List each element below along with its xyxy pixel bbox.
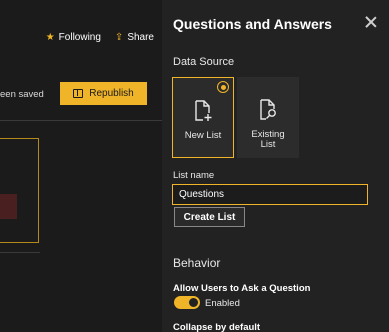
selected-webpart-frame[interactable] [0,138,39,243]
behavior-heading: Behavior [173,256,221,270]
option-label: Existing List [251,129,285,151]
new-document-icon [195,100,212,121]
data-source-label: Data Source [173,56,235,68]
option-new-list[interactable]: New List [172,77,234,158]
panel-title: Questions and Answers [173,16,332,32]
share-button[interactable]: ⇪ Share [115,32,154,43]
collapse-default-label: Collapse by default [173,322,261,332]
create-list-button[interactable]: Create List [174,207,245,227]
page-toolbar: ★ Following ⇪ Share [0,22,162,52]
property-pane: Questions and Answers Data Source New Li… [162,0,389,332]
toggle-state-label: Enabled [205,298,240,309]
divider [0,120,162,121]
allow-questions-toggle[interactable] [174,296,200,309]
book-icon [73,89,84,98]
following-label: Following [58,31,101,43]
divider [0,252,40,253]
radio-selected-icon [217,81,229,93]
share-icon: ⇪ [114,31,124,43]
close-icon[interactable] [364,15,378,29]
republish-label: Republish [89,88,134,99]
star-icon: ★ [45,31,55,43]
list-name-input[interactable] [172,184,368,205]
option-label: New List [184,130,222,141]
option-existing-list[interactable]: Existing List [237,77,299,158]
following-button[interactable]: ★ Following [46,32,101,43]
webpart-content [0,194,17,219]
share-label: Share [127,31,154,43]
allow-questions-label: Allow Users to Ask a Question [173,283,311,294]
republish-button[interactable]: Republish [60,82,147,105]
background-page: ★ Following ⇪ Share een saved Republish [0,0,162,332]
saved-status-text: een saved [0,89,44,100]
list-name-label: List name [173,170,215,181]
search-document-icon [260,99,276,120]
